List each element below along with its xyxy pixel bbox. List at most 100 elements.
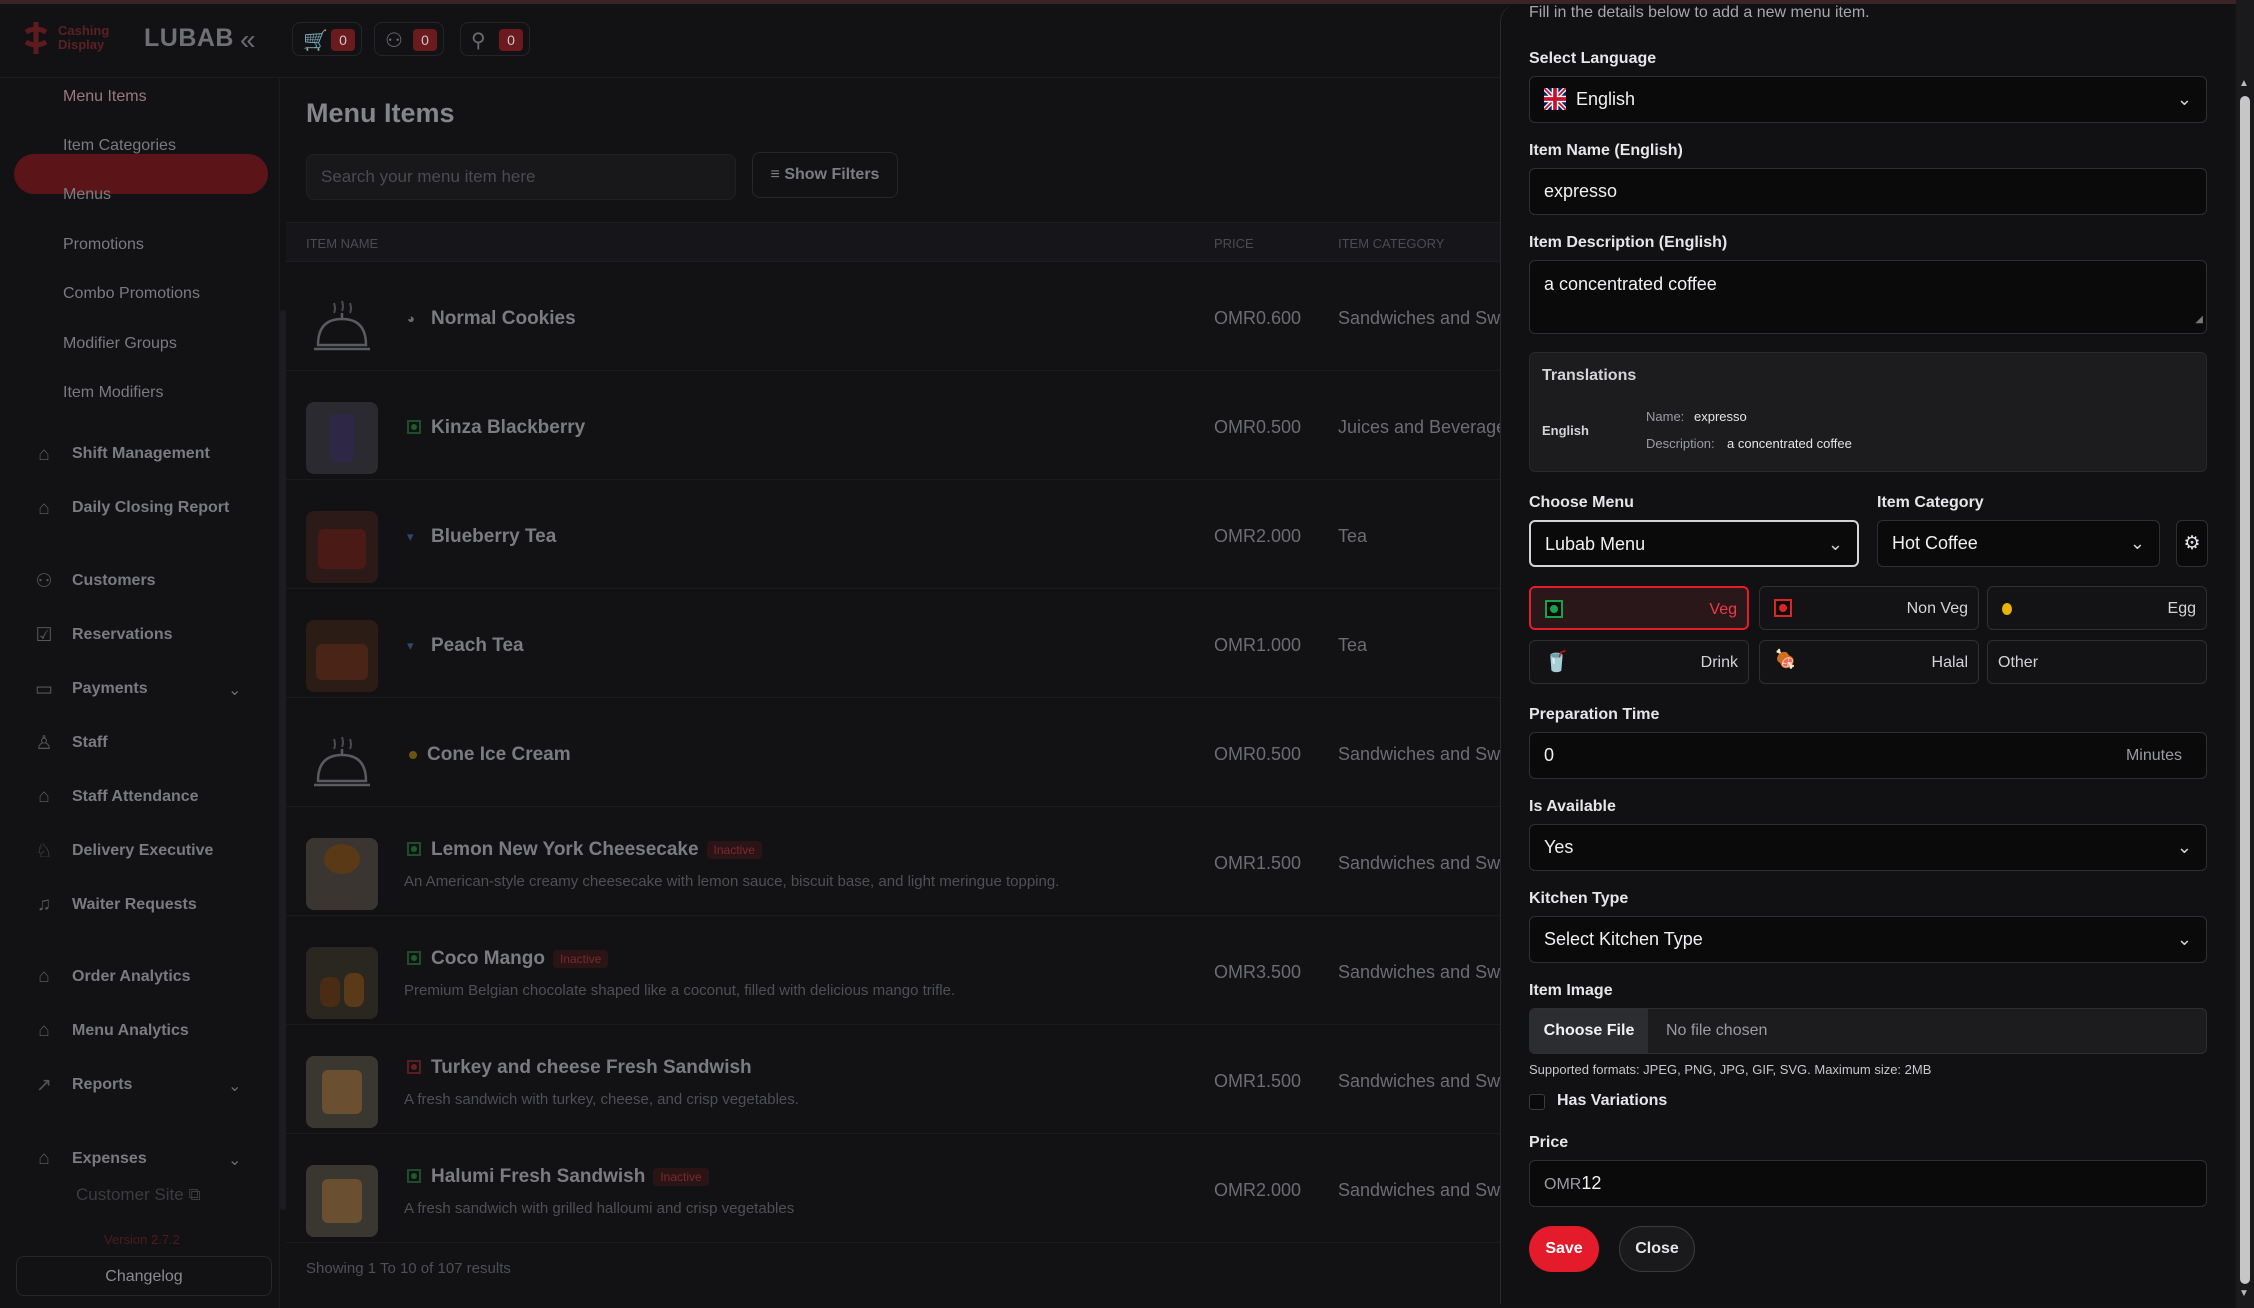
veg-indicator-icon	[1545, 600, 1563, 618]
choose-menu-label: Choose Menu	[1529, 494, 1634, 511]
cart-orders-button[interactable]: 🛒 0	[292, 22, 362, 56]
sidebar-item-staff[interactable]: Staff	[72, 734, 108, 752]
logo-text: Cashing Display	[58, 23, 110, 52]
is-available-select[interactable]: Yes ⌄	[1529, 824, 2207, 871]
nonveg-indicator-icon	[407, 1060, 421, 1074]
sidebar-item-menus[interactable]: Menus	[63, 186, 111, 204]
changelog-button[interactable]: Changelog	[16, 1256, 272, 1296]
type-option-non-veg[interactable]: Non Veg	[1759, 586, 1979, 630]
scroll-up-arrow-icon[interactable]: ▲	[2239, 78, 2249, 89]
home-icon: ⌂	[38, 966, 50, 987]
reports-chevron-down-icon[interactable]: ⌄	[228, 1076, 241, 1096]
sidebar-item-promotions[interactable]: Promotions	[63, 236, 144, 254]
column-item-name: ITEM NAME	[306, 236, 379, 251]
item-category-select[interactable]: Hot Coffee ⌄	[1877, 520, 2160, 567]
item-category: Sandwiches and Swe	[1338, 962, 1511, 982]
item-description-textarea[interactable]: a concentrated coffee ◢	[1529, 260, 2207, 334]
sidebar-item-customers[interactable]: Customers	[72, 572, 156, 590]
drawer-scrollbar-thumb[interactable]	[2240, 96, 2250, 1284]
translation-description-value: a concentrated coffee	[1727, 436, 1852, 451]
cart-icon: 🛒	[303, 30, 328, 52]
bell-hand-button[interactable]: ⚲ 0	[460, 22, 530, 56]
sidebar-active-highlight	[14, 154, 268, 194]
home-icon: ⌂	[38, 1020, 50, 1041]
table-row[interactable]: ▾ Peach Tea OMR1.000 Tea	[286, 589, 1500, 698]
type-option-halal[interactable]: 🍖 Halal	[1759, 640, 1979, 684]
save-button[interactable]: Save	[1529, 1226, 1599, 1272]
veg-indicator-icon	[407, 420, 421, 434]
column-price: PRICE	[1214, 236, 1254, 251]
type-option-drink[interactable]: 🥤 Drink	[1529, 640, 1749, 684]
language-value: English	[1576, 89, 1636, 109]
sidebar-item-modifier-groups[interactable]: Modifier Groups	[63, 335, 177, 353]
table-row[interactable]: ◕ Normal Cookies OMR0.600 Sandwiches and…	[286, 262, 1510, 371]
table-row[interactable]: Lemon New York Cheesecake Inactive An Ame…	[286, 807, 1510, 916]
home-icon: ⌂	[38, 498, 50, 519]
type-option-egg[interactable]: Egg	[1987, 586, 2207, 630]
item-price: OMR1.000	[1214, 635, 1302, 655]
table-row[interactable]: Turkey and cheese Fresh Sandwish A fresh…	[286, 1025, 1510, 1134]
table-row[interactable]: ▾ Blueberry Tea OMR2.000 Tea	[286, 480, 1500, 589]
sidebar-item-expenses[interactable]: Expenses	[72, 1150, 147, 1168]
choose-menu-select[interactable]: Lubab Menu ⌄	[1529, 520, 1859, 567]
item-image-file-input[interactable]: Choose File No file chosen	[1529, 1008, 2207, 1054]
language-label: Select Language	[1529, 50, 1657, 67]
supported-formats-text: Supported formats: JPEG, PNG, JPG, GIF, …	[1529, 1062, 1932, 1077]
table-header: ITEM NAME PRICE ITEM CATEGORY	[286, 222, 1500, 262]
sidebar-item-waiter-requests[interactable]: Waiter Requests	[72, 896, 197, 914]
type-option-other[interactable]: Other	[1987, 640, 2207, 684]
drawer-subtitle: Fill in the details below to add a new m…	[1529, 4, 1870, 21]
sidebar-item-reports[interactable]: Reports	[72, 1076, 132, 1094]
resize-handle-icon[interactable]: ◢	[2195, 309, 2203, 331]
collapse-sidebar-icon[interactable]: «	[240, 24, 256, 56]
preparation-time-label: Preparation Time	[1529, 706, 1660, 723]
table-row[interactable]: Halumi Fresh Sandwish Inactive A fresh sa…	[286, 1134, 1510, 1243]
language-select[interactable]: English ⌄	[1529, 76, 2207, 123]
logo-icon	[24, 22, 48, 54]
kitchen-type-select[interactable]: Select Kitchen Type ⌄	[1529, 916, 2207, 963]
table-row[interactable]: Cone Ice Cream OMR0.500 Sandwiches and S…	[286, 698, 1510, 807]
expenses-chevron-down-icon[interactable]: ⌄	[228, 1150, 241, 1170]
sidebar-item-staff-attendance[interactable]: Staff Attendance	[72, 788, 199, 806]
table-row[interactable]: Kinza Blackberry OMR0.500 Juices and Bev…	[286, 371, 1506, 480]
chevron-down-icon: ⌄	[2129, 533, 2145, 553]
sidebar-item-item-modifiers[interactable]: Item Modifiers	[63, 384, 163, 402]
type-option-veg[interactable]: Veg	[1529, 586, 1749, 630]
table-row[interactable]: Coco Mango Inactive Premium Belgian choco…	[286, 916, 1510, 1025]
scroll-down-arrow-icon[interactable]: ▼	[2239, 1288, 2249, 1299]
top-bar: Cashing Display LUBAB « 🛒 0 ⚇ 0 ⚲ 0	[0, 0, 1500, 78]
bell-icon: ♫	[36, 894, 52, 915]
sidebar-item-delivery-executive[interactable]: Delivery Executive	[72, 842, 213, 860]
item-name-input[interactable]: expresso	[1529, 168, 2207, 215]
show-filters-button[interactable]: ≡ Show Filters	[752, 152, 898, 198]
cloche-placeholder-icon	[314, 300, 370, 351]
sidebar-item-reservations[interactable]: Reservations	[72, 626, 173, 644]
sidebar-item-combo-promotions[interactable]: Combo Promotions	[63, 285, 200, 303]
veg-indicator-icon	[407, 951, 421, 965]
sidebar-item-item-categories[interactable]: Item Categories	[63, 137, 176, 155]
sidebar-item-menu-analytics[interactable]: Menu Analytics	[72, 1022, 189, 1040]
sidebar-item-shift-management[interactable]: Shift Management	[72, 445, 210, 463]
sidebar-item-daily-closing-report[interactable]: Daily Closing Report	[72, 499, 229, 517]
item-name: Peach Tea	[431, 635, 524, 656]
sidebar-item-menu-items[interactable]: Menu Items	[63, 88, 147, 106]
sidebar-item-order-analytics[interactable]: Order Analytics	[72, 968, 191, 986]
has-variations-checkbox[interactable]	[1529, 1094, 1545, 1110]
close-button[interactable]: Close	[1619, 1226, 1695, 1272]
sidebar-item-payments[interactable]: Payments	[72, 680, 148, 698]
users-icon: ⚇	[35, 571, 53, 592]
preparation-time-input[interactable]: 0 Minutes	[1529, 732, 2207, 779]
filter-icon: ≡	[770, 166, 780, 183]
item-name: Kinza Blackberry	[431, 417, 586, 438]
category-settings-button[interactable]: ⚙	[2176, 520, 2208, 567]
gear-icon: ⚙	[2183, 533, 2201, 554]
price-input[interactable]: OMR12	[1529, 1160, 2207, 1207]
search-input[interactable]: Search your menu item here	[306, 154, 736, 200]
waiter-button[interactable]: ⚇ 0	[374, 22, 444, 56]
payments-chevron-down-icon[interactable]: ⌄	[228, 680, 241, 700]
item-price: OMR1.500	[1214, 1071, 1302, 1091]
item-category: Sandwiches and Swe	[1338, 1071, 1511, 1091]
choose-file-button[interactable]: Choose File	[1530, 1009, 1648, 1053]
waiter-icon: ⚇	[385, 30, 403, 52]
customer-site-link[interactable]: Customer Site ⧉	[76, 1185, 201, 1205]
